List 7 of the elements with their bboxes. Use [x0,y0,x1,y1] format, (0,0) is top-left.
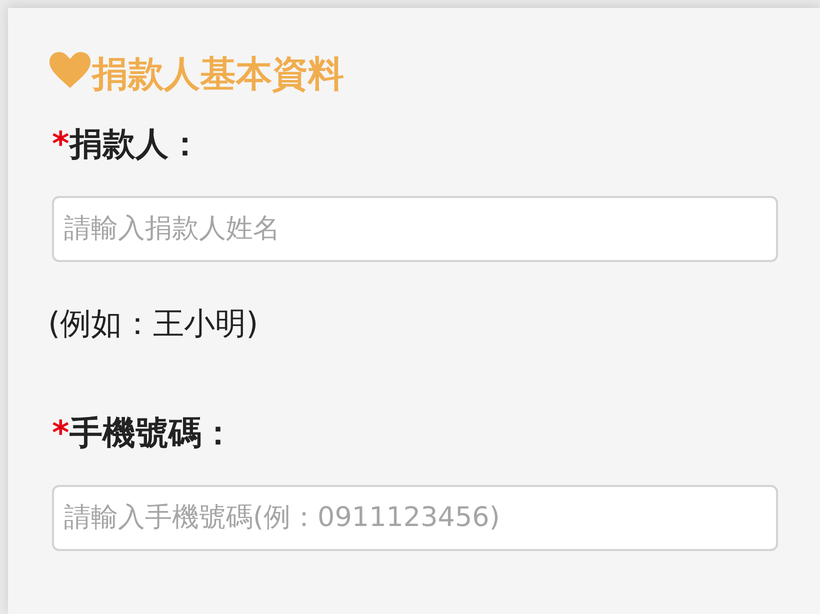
field-label: *捐款人： [52,124,202,164]
input-field[interactable]: 請輸入手機號碼(例：0911123456) [52,484,778,551]
input-field[interactable]: 請輸入捐款人姓名 [52,196,778,262]
field-label: *手機號碼： [52,412,236,453]
hint-text: (例如：王小明) [48,306,260,343]
section-title: 捐款人基本資料 [48,52,778,96]
heart-icon [48,52,92,88]
